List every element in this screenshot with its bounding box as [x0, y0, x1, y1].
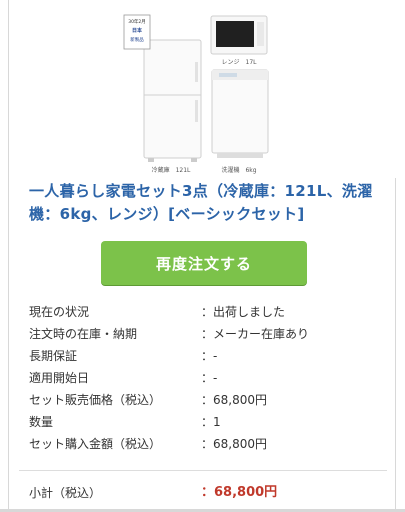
microwave-image	[210, 15, 268, 55]
detail-label-stock: 注文時の在庫・納期	[29, 327, 138, 341]
product-title-link[interactable]: 一人暮らし家電セット3点（冷蔵庫：121L、洗濯機：6kg、レンジ）[ベーシック…	[29, 180, 379, 226]
detail-value-quantity: ：1	[201, 415, 221, 429]
washer-caption: 洗濯機 6kg	[221, 166, 256, 174]
detail-row: セット購入金額（税込） ：68,800円	[29, 433, 389, 455]
order-item-card: 30年2月 日本 新製品 レンジ 17L 冷蔵庫 121L 洗濯機 6kg 一人…	[8, 0, 397, 512]
detail-row: セット販売価格（税込） ：68,800円	[29, 389, 389, 411]
detail-label-status: 現在の状況	[29, 305, 90, 319]
svg-text:日本: 日本	[132, 27, 143, 34]
detail-label-purchase-amount: セット購入金額（税込）	[29, 437, 162, 451]
detail-row: 適用開始日 ：-	[29, 367, 389, 389]
detail-row: 数量 ：1	[29, 411, 389, 433]
detail-label-warranty: 長期保証	[29, 349, 78, 363]
subtotal-row: 小計（税込） ：68,800円	[29, 483, 389, 503]
svg-text:新製品: 新製品	[130, 36, 144, 43]
subtotal-value: ：68,800円	[201, 485, 278, 500]
product-image: 30年2月 日本 新製品 レンジ 17L 冷蔵庫 121L 洗濯機 6kg	[9, 0, 397, 178]
detail-row: 注文時の在庫・納期 ：メーカー在庫あり	[29, 323, 389, 345]
detail-row: 現在の状況 ：出荷しました	[29, 301, 389, 323]
order-details: 現在の状況 ：出荷しました 注文時の在庫・納期 ：メーカー在庫あり 長期保証 ：…	[29, 301, 389, 455]
subtotal-label: 小計（税込）	[29, 486, 102, 500]
detail-value-set-price: ：68,800円	[201, 393, 267, 407]
microwave-caption: レンジ 17L	[222, 59, 258, 66]
detail-value-stock: ：メーカー在庫あり	[201, 327, 310, 341]
washer-image	[211, 69, 269, 158]
detail-label-start-date: 適用開始日	[29, 371, 90, 385]
detail-value-warranty: ：-	[201, 349, 218, 363]
fridge-image	[143, 39, 202, 162]
detail-value-status: ：出荷しました	[201, 305, 286, 319]
divider	[19, 470, 387, 471]
detail-row: 長期保証 ：-	[29, 345, 389, 367]
reorder-button[interactable]: 再度注文する	[101, 241, 307, 285]
detail-value-start-date: ：-	[201, 371, 218, 385]
detail-label-quantity: 数量	[29, 415, 54, 429]
detail-value-purchase-amount: ：68,800円	[201, 437, 267, 451]
detail-label-set-price: セット販売価格（税込）	[29, 393, 162, 407]
fridge-caption: 冷蔵庫 121L	[152, 166, 191, 174]
svg-text:30年2月: 30年2月	[128, 18, 146, 25]
